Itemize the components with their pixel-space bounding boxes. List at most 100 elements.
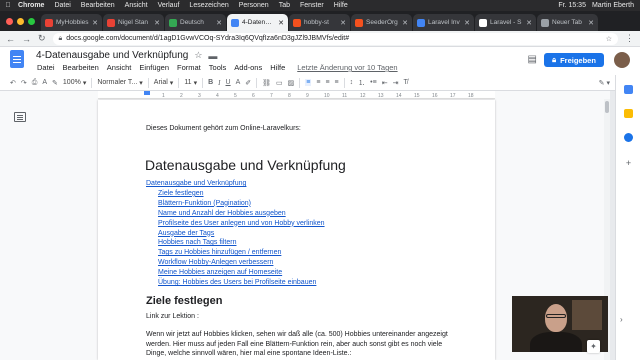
reload-icon[interactable]: ↻: [38, 33, 46, 44]
toc-link[interactable]: Blättern-Funktion (Pagination): [146, 199, 325, 209]
menu-app-name[interactable]: Chrome: [13, 2, 49, 9]
bulleted-list-icon[interactable]: •≡: [370, 79, 377, 86]
maximize-window-button[interactable]: [28, 18, 35, 25]
menu-item-hilfe[interactable]: Hilfe: [329, 2, 353, 9]
tasks-icon[interactable]: [624, 133, 633, 142]
star-icon[interactable]: ☆: [194, 50, 202, 61]
menu-item-tab[interactable]: Tab: [274, 2, 295, 9]
docs-menu-hilfe[interactable]: Hilfe: [266, 63, 289, 72]
docs-menu-tools[interactable]: Tools: [205, 63, 231, 72]
close-tab-icon[interactable]: ✕: [216, 19, 222, 27]
menu-item-bearbeiten[interactable]: Bearbeiten: [76, 2, 120, 9]
toc-link[interactable]: Datenausgabe und Verknüpfung: [146, 179, 325, 189]
toc-link[interactable]: Meine Hobbies anzeigen auf Homeseite: [146, 268, 325, 278]
decrease-indent-icon[interactable]: ⇤: [382, 79, 388, 87]
redo-icon[interactable]: ↷: [21, 79, 27, 87]
close-tab-icon[interactable]: ✕: [92, 19, 98, 27]
keep-icon[interactable]: [624, 109, 633, 118]
menu-item-fenster[interactable]: Fenster: [295, 2, 329, 9]
spellcheck-icon[interactable]: A: [42, 79, 47, 86]
browser-tab[interactable]: MyHobbies ✕: [41, 14, 102, 31]
extension-icon[interactable]: ⋮: [625, 33, 634, 44]
docs-menu-addons[interactable]: Add-ons: [230, 63, 266, 72]
account-avatar[interactable]: [614, 52, 630, 68]
menu-item-ansicht[interactable]: Ansicht: [120, 2, 153, 9]
browser-tab-active[interactable]: 4-Datenaus ✕: [227, 14, 288, 31]
print-icon[interactable]: ⎙: [32, 79, 38, 87]
toc-link[interactable]: Hobbies nach Tags filtern: [146, 238, 325, 248]
explore-icon[interactable]: ✦: [587, 340, 600, 353]
browser-tab[interactable]: Deutsch ✕: [165, 14, 226, 31]
font-size-select[interactable]: 11 ▾: [184, 79, 197, 87]
docs-menu-ansicht[interactable]: Ansicht: [103, 63, 136, 72]
minimize-window-button[interactable]: [17, 18, 24, 25]
clock[interactable]: Fr. 15:35: [558, 2, 586, 9]
toc-link[interactable]: Tags zu Hobbies hinzufügen / entfernen: [146, 248, 325, 258]
browser-tab[interactable]: Laravel Inv ✕: [413, 14, 474, 31]
document-title[interactable]: 4-Datenausgabe und Verknüpfung: [36, 50, 188, 61]
forward-icon[interactable]: →: [22, 34, 31, 44]
comment-add-icon[interactable]: ▭: [276, 79, 283, 87]
font-select[interactable]: Arial ▾: [154, 79, 174, 87]
browser-tab[interactable]: Nigel Stan ✕: [103, 14, 164, 31]
close-window-button[interactable]: [6, 18, 13, 25]
last-edit-link[interactable]: Letzte Änderung vor 10 Tagen: [293, 63, 401, 72]
document-page[interactable]: Dieses Dokument gehört zum Online-Larave…: [98, 100, 495, 360]
editing-mode-icon[interactable]: ✎ ▾: [599, 79, 610, 87]
add-addon-icon[interactable]: +: [624, 159, 633, 168]
toc-link[interactable]: Ziele festlegen: [146, 189, 325, 199]
paint-format-icon[interactable]: ✎: [52, 79, 58, 87]
docs-menu-einfuegen[interactable]: Einfügen: [135, 63, 173, 72]
toc-link[interactable]: Übung: Hobbies des Users bei Profilseite…: [146, 278, 325, 288]
line-spacing-icon[interactable]: ↕: [350, 79, 354, 86]
align-center-icon[interactable]: ≡: [316, 79, 320, 86]
align-justify-icon[interactable]: ≡: [335, 79, 339, 86]
docs-logo-icon[interactable]: [10, 50, 24, 68]
outline-icon[interactable]: [14, 112, 26, 122]
back-icon[interactable]: ←: [6, 34, 15, 44]
highlight-icon[interactable]: ✐: [245, 79, 251, 87]
browser-tab[interactable]: Laravel - S ✕: [475, 14, 536, 31]
zoom-select[interactable]: 100% ▾: [63, 79, 86, 87]
bold-icon[interactable]: B: [208, 79, 213, 86]
close-tab-icon[interactable]: ✕: [402, 19, 408, 27]
align-left-icon[interactable]: ≡: [305, 79, 312, 86]
share-button[interactable]: 🔒︎ Freigeben: [544, 53, 604, 67]
close-tab-icon[interactable]: ✕: [154, 19, 160, 27]
comments-icon[interactable]: ▤: [528, 54, 537, 65]
expand-panel-icon[interactable]: ›: [620, 315, 623, 324]
user-name[interactable]: Martin Eberth: [592, 2, 634, 9]
underline-icon[interactable]: U: [226, 79, 231, 86]
docs-menu-bearbeiten[interactable]: Bearbeiten: [59, 63, 103, 72]
image-icon[interactable]: ▨: [288, 79, 295, 87]
numbered-list-icon[interactable]: ⒈: [358, 78, 365, 88]
text-color-icon[interactable]: A: [236, 79, 241, 86]
browser-tab[interactable]: hobby-st ✕: [289, 14, 350, 31]
clear-formatting-icon[interactable]: T̸: [403, 79, 407, 86]
italic-icon[interactable]: I: [218, 79, 220, 87]
browser-tab[interactable]: Neuer Tab ✕: [537, 14, 598, 31]
align-right-icon[interactable]: ≡: [325, 79, 329, 86]
bookmark-star-icon[interactable]: ☆: [606, 35, 612, 43]
link-icon[interactable]: ⛓: [262, 79, 271, 87]
folder-icon[interactable]: ▬: [208, 51, 217, 61]
increase-indent-icon[interactable]: ⇥: [393, 79, 399, 87]
toc-link[interactable]: Workflow Hobby-Anlegen verbessern: [146, 258, 325, 268]
close-tab-icon[interactable]: ✕: [526, 19, 532, 27]
docs-menu-datei[interactable]: Datei: [33, 63, 59, 72]
menu-item-verlauf[interactable]: Verlauf: [153, 2, 185, 9]
scrollbar-thumb[interactable]: [605, 101, 609, 113]
apple-icon[interactable]: : [3, 2, 13, 9]
undo-icon[interactable]: ↶: [10, 79, 16, 87]
url-input[interactable]: 🔒︎ docs.google.com/document/d/1agD1GvwVC…: [52, 32, 618, 45]
menu-item-personen[interactable]: Personen: [234, 2, 274, 9]
menu-item-lesezeichen[interactable]: Lesezeichen: [184, 2, 233, 9]
close-tab-icon[interactable]: ✕: [464, 19, 470, 27]
close-tab-icon[interactable]: ✕: [340, 19, 346, 27]
docs-menu-format[interactable]: Format: [173, 63, 205, 72]
toc-link[interactable]: Profilseite des User anlegen und von Hob…: [146, 219, 325, 229]
menu-item-datei[interactable]: Datei: [49, 2, 75, 9]
ruler[interactable]: 1 2 3 4 5 6 7 8 9 10 11 12 13 14 15 16 1…: [98, 91, 495, 99]
paragraph-style-select[interactable]: Normaler T... ▾: [97, 79, 142, 87]
toc-link[interactable]: Name und Anzahl der Hobbies ausgeben: [146, 209, 325, 219]
